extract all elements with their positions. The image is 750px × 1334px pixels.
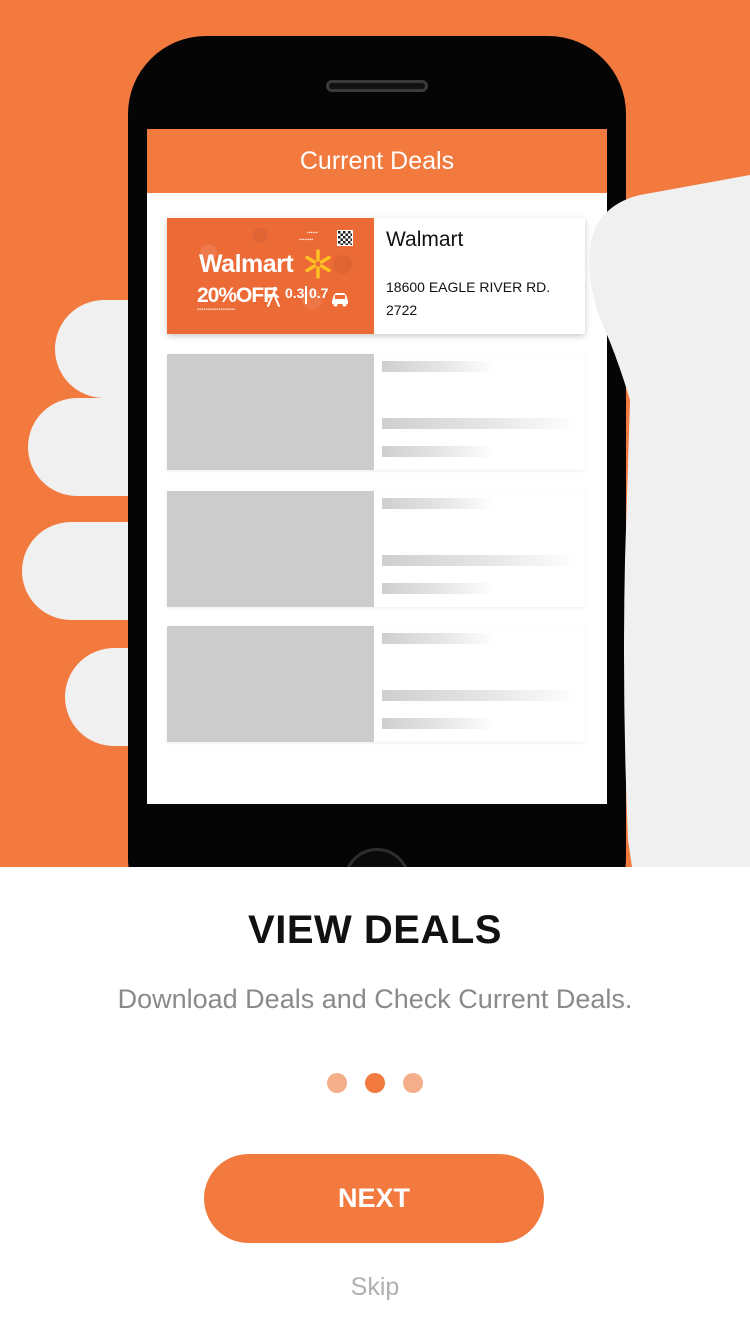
page-indicator: [0, 1073, 750, 1093]
onboarding-page: Current Deals ▪▪▪▪▪▪ ▪▪▪▪▪▪▪▪ Walmart 20…: [0, 0, 750, 1334]
page-dot-1[interactable]: [327, 1073, 347, 1093]
onboarding-subtitle: Download Deals and Check Current Deals.: [117, 984, 633, 1014]
illustration: Current Deals ▪▪▪▪▪▪ ▪▪▪▪▪▪▪▪ Walmart 20…: [0, 0, 750, 867]
next-button[interactable]: NEXT: [204, 1154, 544, 1243]
page-dot-2-active[interactable]: [365, 1073, 385, 1093]
skip-link[interactable]: Skip: [0, 1273, 750, 1302]
page-dot-3[interactable]: [403, 1073, 423, 1093]
thumb-illustration: [589, 175, 750, 867]
onboarding-title: VIEW DEALS: [248, 908, 502, 952]
